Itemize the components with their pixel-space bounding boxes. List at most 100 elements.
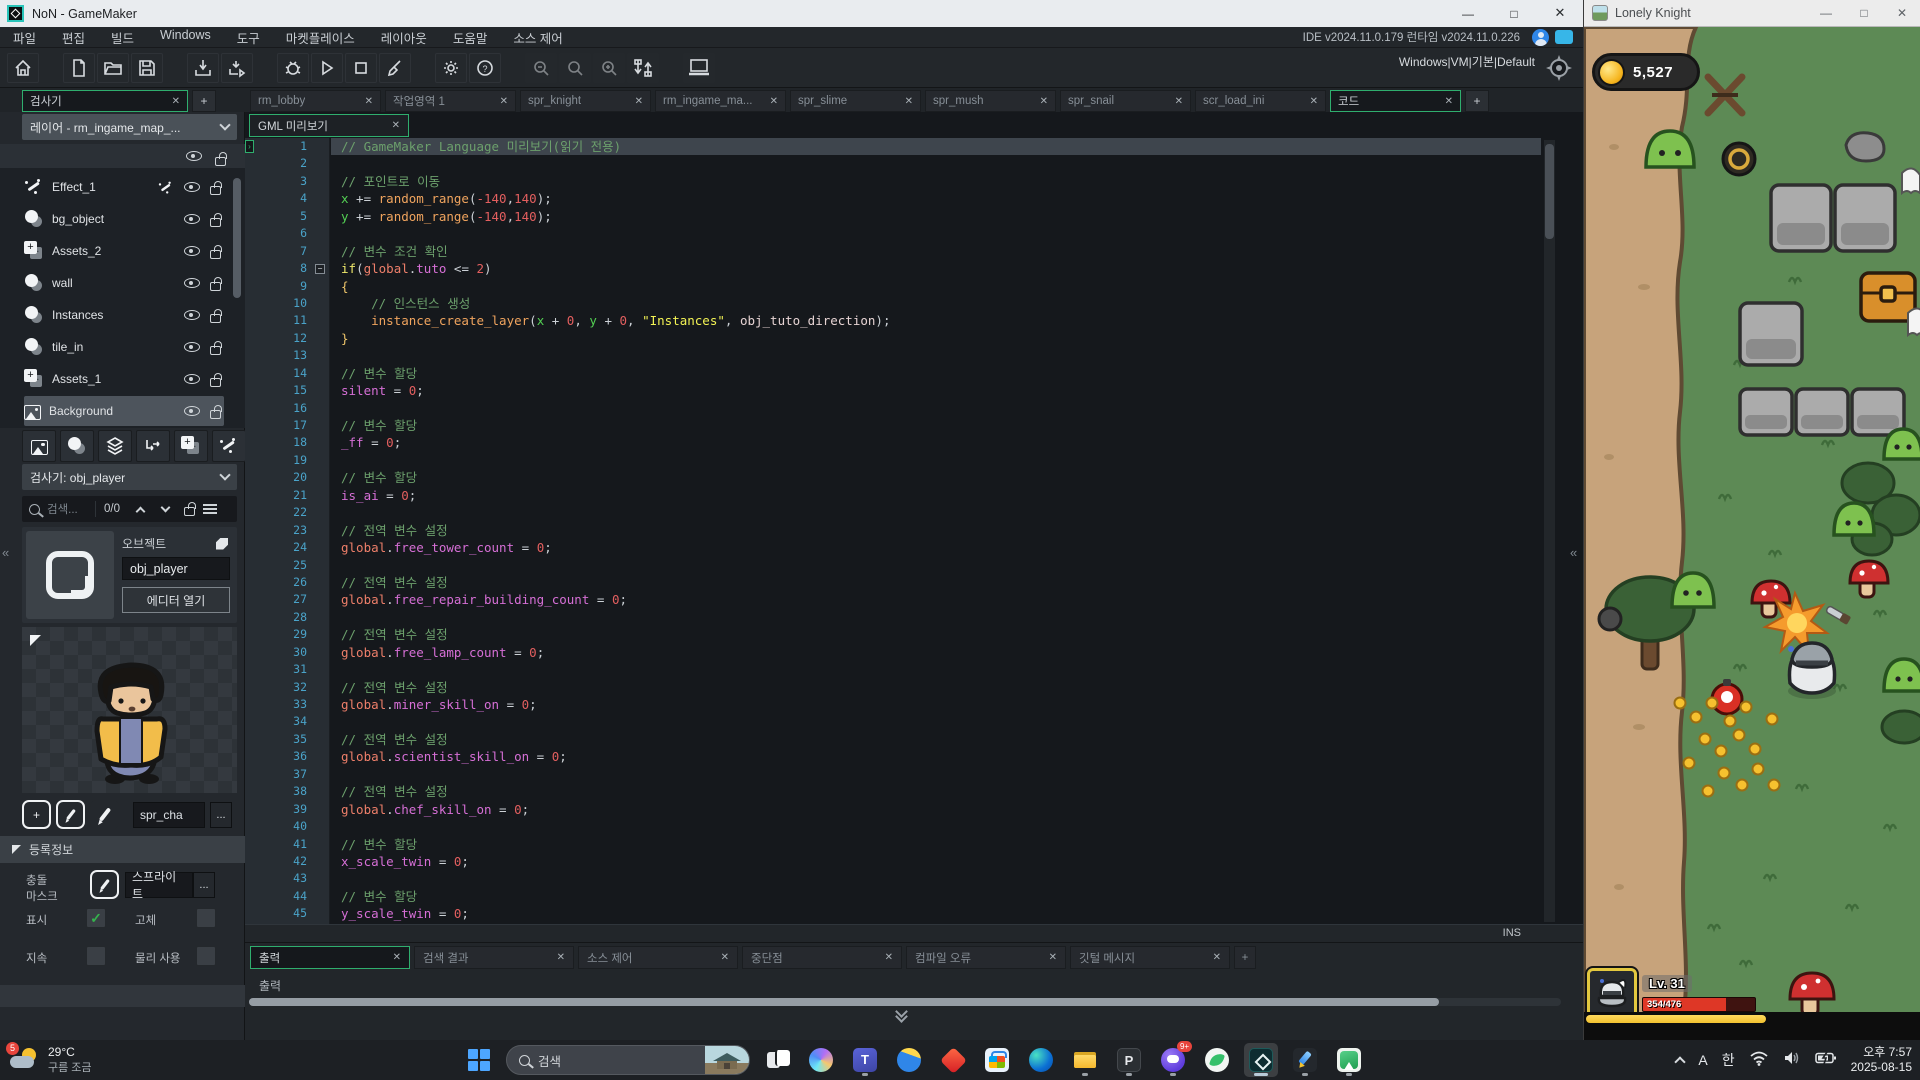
menu-item-도움말[interactable]: 도움말 xyxy=(440,28,501,47)
code-line-27[interactable]: 27global.free_repair_building_count = 0; xyxy=(245,591,1583,608)
layer-visibility-icon[interactable] xyxy=(184,182,200,192)
inspector-target-dropdown[interactable]: 검사기: obj_player xyxy=(22,464,237,490)
menu-item-편집[interactable]: 편집 xyxy=(49,28,98,47)
code-line-25[interactable]: 25 xyxy=(245,557,1583,574)
code-line-20[interactable]: 20// 변수 할당 xyxy=(245,469,1583,486)
ime-a-indicator[interactable]: A xyxy=(1698,1052,1707,1068)
code-line-2[interactable]: 2 xyxy=(245,155,1583,172)
minimize-button[interactable]: — xyxy=(1445,0,1491,27)
code-line-17[interactable]: 17// 변수 할당 xyxy=(245,417,1583,434)
code-line-43[interactable]: 43 xyxy=(245,870,1583,887)
tab-close-icon[interactable]: ✕ xyxy=(897,96,913,107)
layer-row-Effect_1[interactable]: Effect_1 xyxy=(24,172,224,202)
layer-lock-icon[interactable] xyxy=(210,218,221,227)
editor-tab-spr_slime[interactable]: spr_slime✕ xyxy=(790,90,921,112)
layer-visibility-icon[interactable] xyxy=(184,278,200,288)
zoom-reset-icon[interactable] xyxy=(559,53,591,83)
wifi-icon[interactable] xyxy=(1749,1050,1769,1071)
visibility-all-icon[interactable] xyxy=(186,151,202,161)
code-line-45[interactable]: 45y_scale_twin = 0; xyxy=(245,905,1583,922)
mask-more-button[interactable]: ... xyxy=(193,872,215,898)
editor-tab-spr_knight[interactable]: spr_knight✕ xyxy=(520,90,651,112)
output-horizontal-scrollbar[interactable] xyxy=(249,998,1561,1006)
create-executable-button[interactable] xyxy=(221,53,253,83)
menu-item-소스 제어[interactable]: 소스 제어 xyxy=(500,28,575,47)
layer-lock-icon[interactable] xyxy=(210,410,221,419)
code-line-44[interactable]: 44// 변수 할당 xyxy=(245,888,1583,905)
taskbar-icon-app-green[interactable] xyxy=(1200,1043,1234,1077)
game-minimize-button[interactable]: — xyxy=(1807,0,1845,26)
maximize-button[interactable]: □ xyxy=(1491,0,1537,27)
code-line-4[interactable]: 4x += random_range(-140,140); xyxy=(245,190,1583,207)
code-line-1[interactable]: 1// GameMaker Language 미리보기(읽기 전용) xyxy=(245,138,1583,155)
object-thumbnail[interactable] xyxy=(26,531,114,619)
save-project-button[interactable] xyxy=(131,53,163,83)
code-area[interactable]: › 1// GameMaker Language 미리보기(읽기 전용)23//… xyxy=(245,138,1583,924)
feedback-chat-icon[interactable] xyxy=(1555,30,1573,44)
add-dock-tab-button[interactable]: + xyxy=(192,90,216,112)
taskbar-icon-app-red-diamond[interactable] xyxy=(936,1043,970,1077)
layer-lock-icon[interactable] xyxy=(210,314,221,323)
taskbar-icon-app-blue-yellow[interactable] xyxy=(892,1043,926,1077)
layer-row-wall[interactable]: wall xyxy=(24,268,224,298)
code-line-3[interactable]: 3// 포인트로 이동 xyxy=(245,173,1583,190)
code-line-5[interactable]: 5y += random_range(-140,140); xyxy=(245,208,1583,225)
output-tab-소스 제어[interactable]: 소스 제어✕ xyxy=(578,946,738,969)
taskbar-icon-teams[interactable] xyxy=(848,1043,882,1077)
code-line-32[interactable]: 32// 전역 변수 설정 xyxy=(245,679,1583,696)
menu-item-도구[interactable]: 도구 xyxy=(224,28,273,47)
layer-row-Instances[interactable]: Instances xyxy=(24,300,224,330)
laptop-preview-icon[interactable] xyxy=(683,53,715,83)
tab-close-icon[interactable]: ✕ xyxy=(1213,952,1221,963)
taskbar-icon-file-explorer[interactable] xyxy=(1068,1043,1102,1077)
tile-layer-icon[interactable] xyxy=(98,430,132,462)
code-line-38[interactable]: 38// 전역 변수 설정 xyxy=(245,783,1583,800)
game-maximize-button[interactable]: □ xyxy=(1845,0,1883,26)
code-line-6[interactable]: 6 xyxy=(245,225,1583,242)
code-line-16[interactable]: 16 xyxy=(245,400,1583,417)
layer-row-bg_object[interactable]: bg_object xyxy=(24,204,224,234)
tab-close-icon[interactable]: ✕ xyxy=(762,96,778,107)
titlebar[interactable]: NoN - GameMaker — □ ✕ xyxy=(0,0,1583,27)
code-line-14[interactable]: 14// 변수 할당 xyxy=(245,365,1583,382)
zoom-out-icon[interactable] xyxy=(525,53,557,83)
code-line-18[interactable]: 18_ff = 0; xyxy=(245,434,1583,451)
add-editor-tab-button[interactable]: + xyxy=(1465,90,1489,112)
taskbar-search[interactable]: 검색 xyxy=(506,1045,750,1075)
code-line-7[interactable]: 7// 변수 조건 확인 xyxy=(245,243,1583,260)
taskbar-clock[interactable]: 오후 7:57 2025-08-15 xyxy=(1851,1045,1912,1075)
code-line-33[interactable]: 33global.miner_skill_on = 0; xyxy=(245,696,1583,713)
tray-expand-icon[interactable] xyxy=(1675,1056,1686,1067)
taskbar-icon-app-photos[interactable] xyxy=(1332,1043,1366,1077)
tab-gml-preview[interactable]: GML 미리보기✕ xyxy=(249,114,409,137)
background-layer-icon[interactable] xyxy=(22,430,56,462)
tab-close-icon[interactable]: ✕ xyxy=(1049,952,1057,963)
editor-tab-spr_snail[interactable]: spr_snail✕ xyxy=(1060,90,1191,112)
code-line-11[interactable]: 11 instance_create_layer(x + 0, y + 0, "… xyxy=(245,312,1583,329)
code-line-42[interactable]: 42x_scale_twin = 0; xyxy=(245,853,1583,870)
layer-list-scrollbar[interactable] xyxy=(233,178,241,298)
debug-button[interactable] xyxy=(277,53,309,83)
collapse-output-button[interactable] xyxy=(897,1011,906,1021)
collapse-left-dock-icon[interactable]: « xyxy=(2,545,9,560)
code-line-35[interactable]: 35// 전역 변수 설정 xyxy=(245,731,1583,748)
code-line-31[interactable]: 31 xyxy=(245,661,1583,678)
code-line-19[interactable]: 19 xyxy=(245,452,1583,469)
editor-vertical-scrollbar[interactable] xyxy=(1544,140,1555,922)
volume-icon[interactable] xyxy=(1783,1050,1801,1071)
layer-row-Assets_1[interactable]: Assets_1 xyxy=(24,364,224,394)
search-prev-icon[interactable] xyxy=(136,506,146,516)
new-project-button[interactable] xyxy=(63,53,95,83)
add-output-tab-button[interactable]: + xyxy=(1234,946,1256,969)
next-section-header[interactable] xyxy=(0,985,245,1007)
layer-source-dropdown[interactable]: 레이어 - rm_ingame_map_... xyxy=(22,114,237,140)
code-line-30[interactable]: 30global.free_lamp_count = 0; xyxy=(245,644,1583,661)
taskbar-icon-app-p[interactable] xyxy=(1112,1043,1146,1077)
code-line-23[interactable]: 23// 전역 변수 설정 xyxy=(245,522,1583,539)
close-button[interactable]: ✕ xyxy=(1537,0,1583,27)
code-line-8[interactable]: 8−if(global.tuto <= 2) xyxy=(245,260,1583,277)
layer-lock-icon[interactable] xyxy=(210,378,221,387)
target-platform-text[interactable]: Windows|VM|기본|Default xyxy=(1399,53,1535,70)
home-button[interactable] xyxy=(7,53,39,83)
layer-row-Background[interactable]: Background xyxy=(24,396,224,426)
